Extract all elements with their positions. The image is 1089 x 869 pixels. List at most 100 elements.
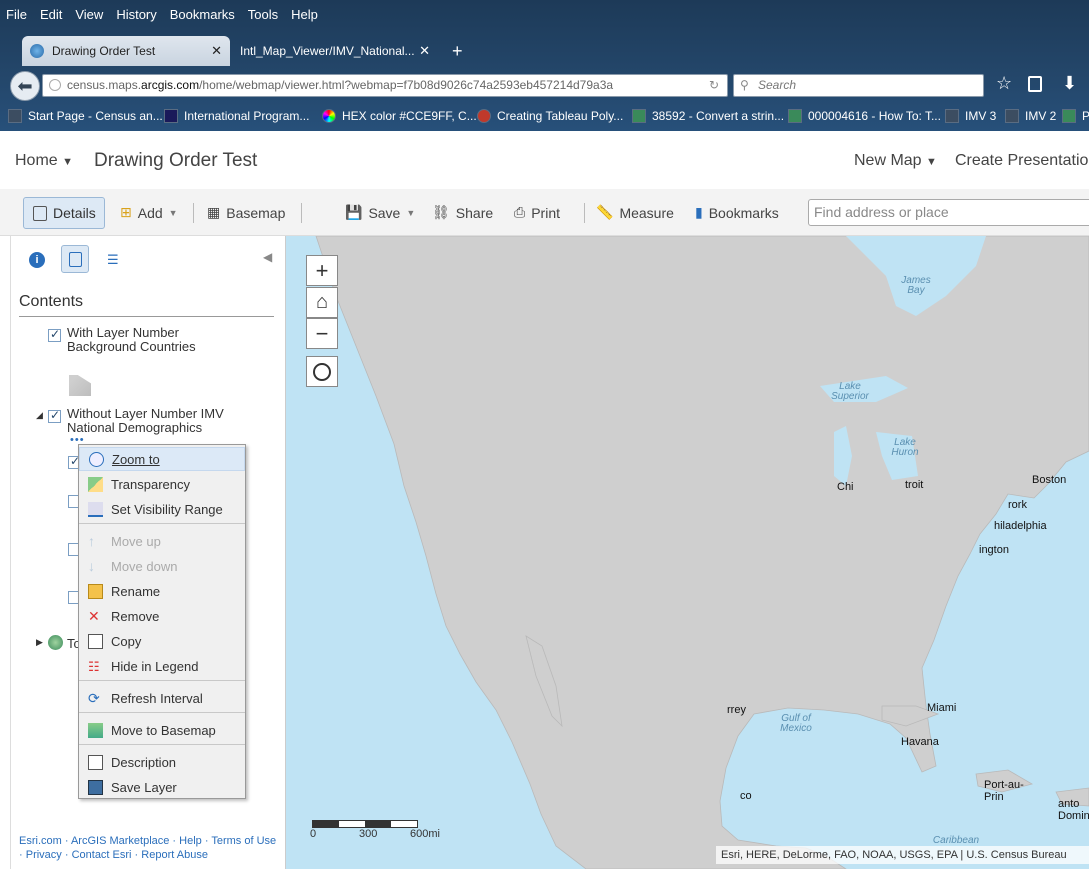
share-button[interactable]: ⛓ Share [432, 189, 493, 236]
menu-bookmarks[interactable]: Bookmarks [170, 7, 235, 22]
contents-title: Contents [19, 293, 84, 310]
footer-link-privacy[interactable]: Privacy [26, 849, 62, 861]
reading-list-icon[interactable] [1028, 76, 1042, 92]
map-label-philadelphia: hiladelphia [994, 520, 1047, 532]
legend-list-icon[interactable]: ☰ [107, 252, 119, 268]
details-button[interactable]: Details [23, 197, 105, 229]
new-map-label: New Map [854, 152, 922, 169]
description-icon [88, 754, 103, 770]
layer2-visibility-checkbox[interactable] [48, 408, 61, 423]
bookmark-item[interactable]: Creating Tableau Poly... [477, 109, 623, 123]
menu-divider [79, 680, 245, 681]
close-tab-icon[interactable]: ✕ [211, 43, 222, 59]
esri-support-icon [1062, 109, 1076, 123]
layer1-name[interactable]: With Layer Number Background Countries [67, 326, 196, 354]
menu-item-label: Move to Basemap [111, 722, 216, 738]
menu-item-hide-in-legend[interactable]: ☷ Hide in Legend [79, 654, 245, 678]
site-info-icon[interactable] [49, 79, 61, 91]
tab-drawing-order-test[interactable]: Drawing Order Test ✕ [22, 36, 230, 66]
content-tab-button[interactable] [61, 245, 89, 273]
new-tab-button[interactable]: + [444, 36, 474, 66]
caret-down-icon: ▼ [406, 207, 416, 218]
bookmark-item[interactable]: Start Page - Census an... [8, 109, 163, 123]
url-bar[interactable]: census.maps.arcgis.com/home/webmap/viewe… [42, 74, 728, 97]
bookmark-label: HEX color #CCE9FF, C... [342, 109, 477, 123]
menu-item-zoom-to[interactable]: Zoom to [79, 447, 245, 471]
menu-item-label: Copy [111, 633, 142, 649]
add-button[interactable]: ⊞ Add ▼ [120, 189, 178, 236]
expand-caret-icon[interactable]: ▶ [36, 637, 43, 648]
menu-item-description[interactable]: Description [79, 750, 245, 774]
home-menu[interactable]: Home ▼ [15, 152, 73, 170]
zoom-in-button[interactable]: + [306, 255, 338, 286]
bookmark-item[interactable]: IMV 2 [1005, 109, 1056, 123]
bookmark-label: 38592 - Convert a strin... [652, 109, 785, 123]
bookmark-star-icon[interactable]: ☆ [996, 73, 1012, 94]
globe-icon [30, 44, 44, 58]
create-presentation-button[interactable]: Create Presentation [955, 152, 1089, 170]
map-label-lake-huron: Lake Huron [891, 437, 919, 458]
scale-label-600mi: 600mi [410, 828, 440, 840]
footer-link-contact[interactable]: Contact Esri [72, 849, 132, 861]
expand-caret-icon[interactable]: ◢ [36, 410, 43, 421]
map-attribution[interactable]: Esri, HERE, DeLorme, FAO, NOAA, USGS, EP… [716, 846, 1089, 864]
locate-button[interactable] [306, 356, 338, 387]
menu-file[interactable]: File [6, 7, 27, 22]
map-view[interactable]: + ⌂ − James Bay Lake Superior Lake Huron… [286, 236, 1089, 869]
footer-link-report-abuse[interactable]: Report Abuse [141, 849, 208, 861]
footer-link-esri[interactable]: Esri.com [19, 835, 62, 847]
map-label-new-york: rork [1008, 499, 1027, 511]
bookmark-item[interactable]: International Program... [164, 109, 309, 123]
copy-icon [88, 633, 103, 649]
menu-item-label: Transparency [111, 476, 190, 492]
tab-strip: Drawing Order Test ✕ Intl_Map_Viewer/IMV… [0, 34, 1089, 66]
menu-item-move-to-basemap[interactable]: Move to Basemap [79, 718, 245, 742]
bookmark-item[interactable]: 38592 - Convert a strin... [632, 109, 784, 123]
menu-item-set-visibility-range[interactable]: Set Visibility Range [79, 497, 245, 521]
menu-item-rename[interactable]: Rename [79, 579, 245, 603]
footer-link-help[interactable]: Help [179, 835, 202, 847]
menu-item-copy[interactable]: Copy [79, 629, 245, 653]
home-extent-button[interactable]: ⌂ [306, 287, 338, 318]
bookmark-item[interactable]: IMV 3 [945, 109, 996, 123]
menu-tools[interactable]: Tools [248, 7, 278, 22]
page-icon [8, 109, 22, 123]
tab-intl-map-viewer[interactable]: Intl_Map_Viewer/IMV_National... ✕ [230, 36, 438, 66]
layer1-visibility-checkbox[interactable] [48, 327, 61, 342]
bookmark-item[interactable]: HEX color #CCE9FF, C... [322, 109, 477, 123]
map-label-santo-domingo: anto Doming [1058, 798, 1089, 822]
basemap-button[interactable]: ▦ Basemap [207, 189, 285, 236]
save-button[interactable]: 💾 Save ▼ [345, 189, 415, 236]
layer2-name[interactable]: Without Layer Number IMV National Demogra… [67, 407, 224, 435]
bookmark-item[interactable]: 000004616 - How To: T... [788, 109, 941, 123]
new-map-menu[interactable]: New Map ▼ [854, 152, 937, 170]
footer-link-marketplace[interactable]: ArcGIS Marketplace [71, 835, 169, 847]
menu-item-label: Hide in Legend [111, 658, 199, 674]
menu-item-remove[interactable]: ✕ Remove [79, 604, 245, 628]
measure-button[interactable]: 📏 Measure [596, 189, 674, 236]
footer-link-terms[interactable]: Terms of Use [211, 835, 276, 847]
menu-edit[interactable]: Edit [40, 7, 62, 22]
menu-item-refresh-interval[interactable]: ⟳ Refresh Interval [79, 686, 245, 710]
bookmark-item[interactable]: P [1062, 109, 1089, 123]
find-address-input[interactable]: Find address or place [808, 199, 1089, 226]
map-label-chicago: Chi [837, 481, 854, 493]
menu-item-transparency[interactable]: Transparency [79, 472, 245, 496]
about-info-icon[interactable]: i [29, 252, 45, 268]
menu-view[interactable]: View [75, 7, 103, 22]
collapse-panel-icon[interactable]: ◀ [263, 250, 272, 264]
close-tab-icon[interactable]: ✕ [419, 43, 430, 59]
zoom-out-button[interactable]: − [306, 318, 338, 349]
menu-help[interactable]: Help [291, 7, 318, 22]
download-icon[interactable]: ⬇ [1062, 73, 1077, 94]
zoom-to-icon [89, 451, 104, 467]
refresh-icon: ⟳ [88, 689, 100, 706]
back-button[interactable]: ⬅ [10, 71, 40, 101]
reload-icon[interactable]: ↻ [709, 75, 719, 96]
menu-item-label: Refresh Interval [111, 690, 203, 706]
browser-search-input[interactable]: ⚲ Search [733, 74, 984, 97]
bookmarks-button[interactable]: ▮ Bookmarks [695, 189, 779, 236]
menu-item-save-layer[interactable]: Save Layer [79, 775, 245, 799]
menu-history[interactable]: History [116, 7, 156, 22]
print-button[interactable]: ⎙ Print [514, 189, 560, 236]
